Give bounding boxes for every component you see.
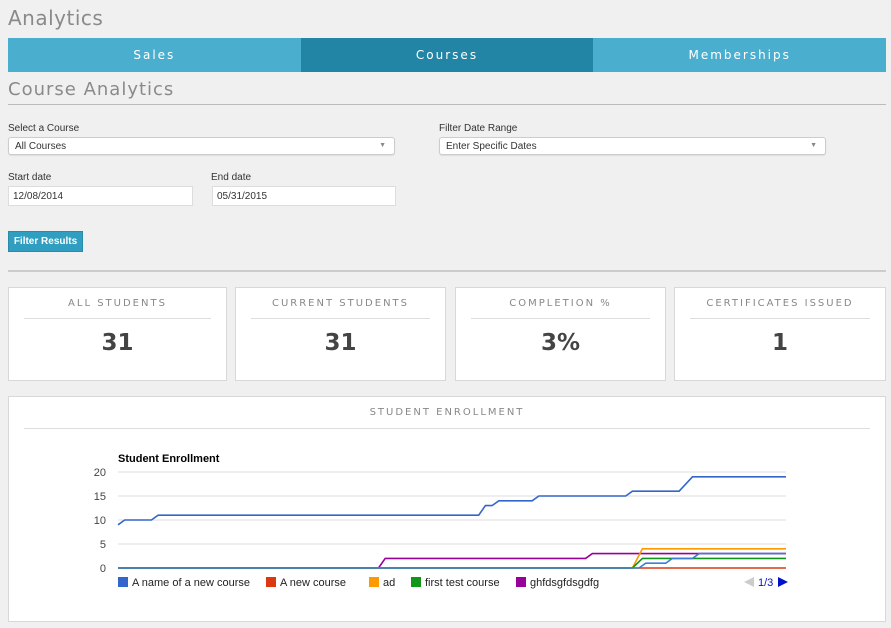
stat-card-completion: COMPLETION % 3% (455, 287, 666, 381)
stat-value: 3% (540, 330, 581, 356)
stat-label: ALL STUDENTS (68, 298, 167, 309)
page-title: Analytics (8, 6, 104, 30)
tab-bar: Sales Courses Memberships (8, 38, 887, 72)
stat-label: CURRENT STUDENTS (271, 298, 409, 309)
enrollment-card: STUDENT ENROLLMENT (8, 396, 886, 622)
stat-label: COMPLETION % (509, 298, 612, 309)
stat-value: 31 (324, 330, 357, 356)
start-date-input[interactable]: 12/08/2014 (8, 186, 193, 206)
tab-sales[interactable]: Sales (8, 38, 301, 72)
enrollment-card-divider (24, 428, 870, 429)
date-range-label: Filter Date Range (439, 123, 518, 134)
section-divider (8, 104, 886, 105)
stat-value: 1 (771, 330, 788, 356)
stat-card-certificates: CERTIFICATES ISSUED 1 (674, 287, 886, 381)
course-select-label: Select a Course (8, 123, 80, 134)
enrollment-card-title: STUDENT ENROLLMENT (369, 407, 525, 418)
date-range-value: Enter Specific Dates (446, 141, 537, 152)
stat-label: CERTIFICATES ISSUED (706, 298, 854, 309)
stat-card-current-students: CURRENT STUDENTS 31 (235, 287, 446, 381)
stat-divider (471, 318, 650, 319)
chevron-down-icon: ▼ (379, 142, 386, 149)
stat-card-all-students: ALL STUDENTS 31 (8, 287, 227, 381)
section-title: Course Analytics (8, 79, 175, 100)
stat-divider (24, 318, 211, 319)
end-date-label: End date (211, 172, 252, 183)
stat-value: 31 (101, 330, 134, 356)
chevron-down-icon: ▼ (810, 142, 817, 149)
tab-memberships[interactable]: Memberships (593, 38, 887, 72)
stat-divider (251, 318, 430, 319)
filters-divider (8, 270, 886, 272)
end-date-input[interactable]: 05/31/2015 (212, 186, 396, 206)
course-select[interactable]: All Courses ▼ (8, 137, 395, 155)
date-range-select[interactable]: Enter Specific Dates ▼ (439, 137, 826, 155)
course-select-value: All Courses (15, 141, 67, 152)
filter-results-button[interactable]: Filter Results (8, 231, 83, 252)
stat-divider (690, 318, 870, 319)
start-date-label: Start date (8, 172, 52, 183)
tab-courses[interactable]: Courses (300, 38, 594, 72)
